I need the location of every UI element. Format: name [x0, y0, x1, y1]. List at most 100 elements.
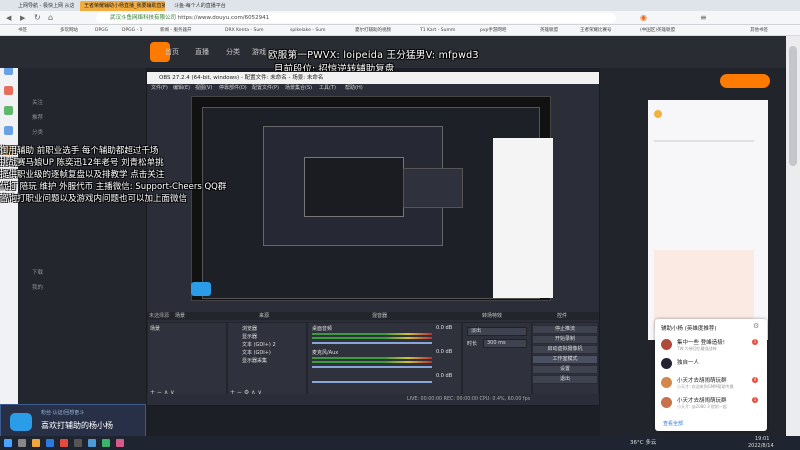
start-icon[interactable] — [4, 439, 12, 447]
browser-icon[interactable] — [46, 439, 54, 447]
app-icon[interactable] — [60, 439, 68, 447]
file-explorer-icon[interactable] — [32, 439, 40, 447]
start-recording-button[interactable]: 开始录制 — [532, 335, 598, 344]
nav-live[interactable]: 直播 — [195, 47, 209, 57]
source-item[interactable]: 文本 (GDI+) — [242, 349, 271, 356]
chat-item-name[interactable]: 小天才去胡闹萌玩群 — [677, 376, 727, 384]
volume-slider[interactable] — [312, 342, 432, 344]
duration-input[interactable]: 300 ms — [483, 339, 527, 348]
obs-menu-tools[interactable]: 工具(T) — [319, 84, 336, 93]
volume-slider[interactable] — [312, 381, 432, 383]
bookmark-item[interactable]: 其他书签 — [750, 25, 768, 36]
virtual-camera-button[interactable]: 启动虚拟摄像机 — [532, 345, 598, 354]
bookmark-item[interactable]: spikelake - Sum — [290, 25, 325, 36]
back-icon[interactable]: ◀ — [6, 14, 11, 22]
forward-icon[interactable]: ▶ — [20, 14, 25, 22]
site-left-nav: 关注 推荐 分类 下载 我的 — [18, 68, 146, 436]
sidebar-app-icon[interactable] — [4, 106, 13, 115]
scrollbar-thumb[interactable] — [789, 46, 797, 166]
overlay-line: 咨询打职业问题以及游戏内问题也可以加上面微信 — [0, 194, 188, 204]
audio-meter — [312, 357, 432, 359]
scene-item[interactable]: 场景 — [150, 325, 160, 332]
obs-menu-help[interactable]: 帮助(H) — [345, 84, 363, 93]
clock-time[interactable]: 19:01 — [755, 436, 769, 442]
chat-item-name[interactable]: 独自一人 — [677, 358, 699, 366]
obs-menu-file[interactable]: 文件(F) — [151, 84, 168, 93]
nav-game[interactable]: 游戏 — [252, 47, 266, 57]
browser-tab-1[interactable]: 上网导航 - 极快上网 从这里开始 — [14, 1, 74, 11]
search-icon[interactable] — [18, 439, 26, 447]
bookmark-item[interactable]: DPGG — [95, 25, 108, 36]
url-text: https://www.douyu.com/6052941 — [177, 15, 270, 21]
stop-streaming-button[interactable]: 停止推流 — [532, 325, 598, 334]
obs-menu-docks[interactable]: 停靠部件(D) — [219, 84, 247, 93]
left-nav-item[interactable]: 关注 — [32, 98, 43, 106]
sidebar-app-icon[interactable] — [4, 126, 13, 135]
chat-item-name[interactable]: 小天才去胡闹萌玩群 — [677, 396, 727, 404]
source-item[interactable]: 显示器 — [242, 333, 257, 340]
chat-item-name[interactable]: 集中一些 登峰造极! — [677, 338, 725, 346]
bookmark-item[interactable]: T1 Kart - Summ — [420, 25, 455, 36]
obs-menu-profile[interactable]: 配置文件(P) — [252, 84, 279, 93]
source-item[interactable]: 浏览器 — [242, 325, 257, 332]
menu-icon[interactable]: ≡ — [700, 13, 707, 22]
nav-home[interactable]: 首页 — [165, 47, 179, 57]
bookmark-item[interactable]: 多玩网站 — [60, 25, 78, 36]
chat-avatar — [661, 339, 672, 350]
transition-select[interactable]: 淡出 — [467, 327, 527, 336]
volume-slider[interactable] — [312, 366, 432, 368]
overlay-line: 代打 陪玩 维护 外服代币 主播微信: Support-Cheers QQ群 — [0, 182, 227, 192]
exit-button[interactable]: 退出 — [532, 375, 598, 384]
obs-menu-view[interactable]: 视图(V) — [195, 84, 212, 93]
obs-preview[interactable] — [191, 96, 553, 301]
app-icon[interactable] — [116, 439, 124, 447]
obs-menu-scene-collection[interactable]: 场景集合(S) — [285, 84, 312, 93]
studio-mode-button[interactable]: 工作室模式 — [532, 355, 598, 364]
mixer-db: 0.0 dB — [436, 349, 453, 355]
dock-header-controls: 控件 — [557, 313, 568, 319]
nav-category[interactable]: 分类 — [226, 47, 240, 57]
app-icon[interactable] — [88, 439, 96, 447]
browser-tab-3[interactable]: 斗鱼-每个人的直播平台 — [170, 1, 250, 11]
bookmark-item[interactable]: 书签 — [18, 25, 27, 36]
no-source-selected: 未选择源 — [149, 313, 170, 319]
settings-button[interactable]: 设置 — [532, 365, 598, 374]
bookmark-item[interactable]: pvp手游网吧 — [480, 25, 506, 36]
clock-date[interactable]: 2022/8/14 — [748, 443, 774, 449]
source-item[interactable]: 显示器采集 — [242, 357, 267, 364]
rank-icon — [654, 110, 662, 118]
left-nav-item[interactable]: 我的 — [32, 283, 43, 291]
view-all-link[interactable]: 查看全部 — [663, 420, 683, 427]
left-nav-item[interactable]: 下载 — [32, 268, 43, 276]
bookmark-item[interactable]: DRX Kenta - Sum — [225, 25, 264, 36]
left-nav-item[interactable]: 分类 — [32, 128, 43, 136]
home-icon[interactable]: ⌂ — [48, 13, 53, 22]
extension-icon[interactable]: ◉ — [640, 13, 647, 22]
streamer-toast[interactable]: 粉丝·认证/回想奋斗 喜欢打辅助的杨小杨 — [0, 404, 146, 437]
bookmark-item[interactable]: (中国区)英雄联盟 — [640, 25, 675, 36]
app-icon[interactable] — [102, 439, 110, 447]
follow-button[interactable] — [720, 74, 770, 88]
bookmark-item[interactable]: 新闻 - 服务器开 — [160, 25, 191, 36]
bookmark-item[interactable]: DPGG - 1 — [122, 25, 143, 36]
bookmark-item[interactable]: 夏尔打辅助的视频 — [355, 25, 391, 36]
source-item[interactable]: 文本 (GDI+) 2 — [242, 341, 276, 348]
sidebar-app-icon[interactable] — [4, 86, 13, 95]
url-input[interactable]: 武汉斗鱼网络科技有限公司 https://www.douyu.com/60529… — [96, 13, 616, 23]
stream-overlay-title: 欧服第一PWVX: loipeida 王分猛男V: mfpwd3 — [268, 50, 479, 61]
obs-icon[interactable] — [74, 439, 82, 447]
obs-menu-edit[interactable]: 编辑(E) — [173, 84, 190, 93]
transitions-dock: 淡出 时长 300 ms — [462, 322, 532, 398]
weather-widget[interactable]: 36°C 多云 — [630, 438, 656, 446]
left-nav-item[interactable]: 推荐 — [32, 113, 43, 121]
nested-controls — [403, 168, 463, 208]
page-scrollbar[interactable] — [786, 36, 800, 436]
nested-obs-frame — [304, 157, 404, 217]
bookmark-item[interactable]: 英雄联盟 — [540, 25, 558, 36]
browser-tab-active[interactable]: 王者荣耀辅助小杨直播_我要辅助直播 — [80, 1, 165, 11]
overlay-line: 御用辅助 前职业选手 每个辅助都超过千场 — [0, 146, 159, 156]
bookmark-item[interactable]: 王者荣耀比赛号 — [580, 25, 612, 36]
overlay-line: 提供职业级的逐帧复盘以及排教学 点击关注 — [0, 170, 165, 180]
refresh-icon[interactable]: ↻ — [34, 13, 41, 22]
chat-settings-icon[interactable]: ⚙ — [753, 322, 759, 330]
